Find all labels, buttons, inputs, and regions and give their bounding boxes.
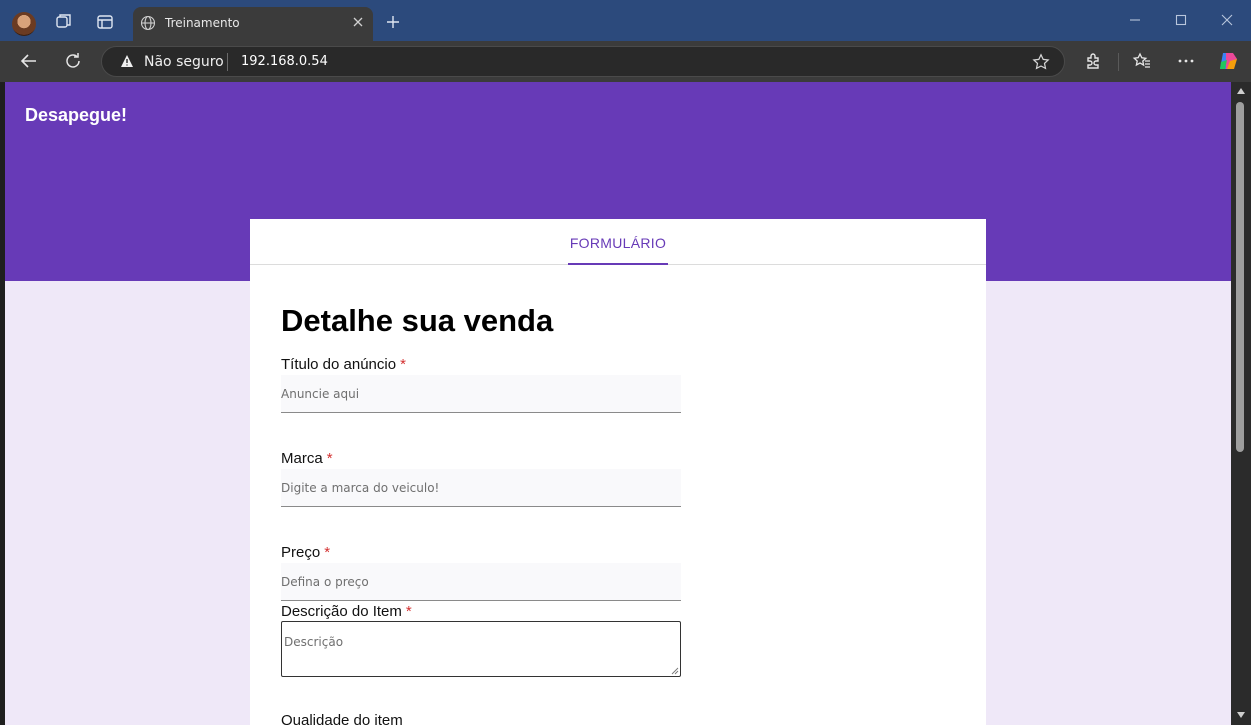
- close-tab-icon[interactable]: [351, 15, 365, 29]
- tab-actions-icon[interactable]: [95, 12, 115, 32]
- required-mark: *: [326, 450, 333, 467]
- quality-label: Qualidade do item: [281, 712, 403, 725]
- description-label-text: Descrição do Item: [281, 603, 402, 620]
- maximize-icon[interactable]: [1173, 12, 1189, 28]
- new-tab-icon[interactable]: [385, 14, 401, 30]
- warning-icon[interactable]: [120, 54, 134, 68]
- extensions-icon[interactable]: [1083, 51, 1103, 71]
- refresh-icon[interactable]: [63, 51, 83, 71]
- brand-label: Marca *: [281, 450, 333, 467]
- browser-toolbar: Não seguro 192.168.0.54: [0, 41, 1251, 82]
- description-textarea[interactable]: Descrição: [281, 621, 681, 677]
- required-mark: *: [400, 356, 406, 373]
- resize-handle-icon[interactable]: [671, 667, 679, 675]
- price-label: Preço *: [281, 544, 330, 561]
- title-input[interactable]: Anuncie aqui: [281, 375, 681, 413]
- brand-logo[interactable]: Desapegue!: [25, 105, 127, 126]
- active-tab-indicator: [568, 263, 668, 265]
- scroll-up-icon[interactable]: [1236, 87, 1246, 95]
- brand-label-text: Marca: [281, 450, 323, 467]
- price-input[interactable]: Defina o preço: [281, 563, 681, 601]
- security-status[interactable]: Não seguro: [144, 54, 224, 70]
- brand-input[interactable]: Digite a marca do veiculo!: [281, 469, 681, 507]
- price-label-text: Preço: [281, 544, 321, 561]
- minimize-icon[interactable]: [1127, 12, 1143, 28]
- url-text[interactable]: 192.168.0.54: [241, 54, 328, 69]
- toolbar-divider: [1118, 53, 1119, 71]
- tabs-bar: FORMULÁRIO: [250, 219, 986, 265]
- web-page: Desapegue! FORMULÁRIO Detalhe sua venda …: [5, 82, 1231, 725]
- browser-tab[interactable]: Treinamento: [133, 7, 373, 41]
- back-icon[interactable]: [19, 51, 39, 71]
- copilot-icon[interactable]: [1217, 50, 1239, 72]
- scrollbar-thumb[interactable]: [1236, 102, 1244, 452]
- close-window-icon[interactable]: [1219, 12, 1235, 28]
- price-placeholder: Defina o preço: [281, 575, 369, 589]
- favorites-icon[interactable]: [1132, 51, 1152, 71]
- title-bar: Treinamento: [0, 0, 1251, 41]
- brand-placeholder: Digite a marca do veiculo!: [281, 481, 440, 495]
- tab-title: Treinamento: [165, 16, 240, 30]
- title-placeholder: Anuncie aqui: [281, 387, 360, 401]
- required-mark: *: [324, 544, 331, 561]
- page-scrollbar[interactable]: [1231, 82, 1251, 725]
- description-placeholder: Descrição: [284, 635, 344, 649]
- tab-formulario[interactable]: FORMULÁRIO: [568, 235, 668, 251]
- page-title: Detalhe sua venda: [281, 303, 554, 338]
- title-label-text: Título do anúncio: [281, 356, 397, 373]
- workspaces-icon[interactable]: [53, 12, 73, 32]
- globe-icon: [140, 15, 156, 31]
- address-bar[interactable]: Não seguro 192.168.0.54: [101, 46, 1065, 77]
- more-options-icon[interactable]: [1176, 51, 1196, 71]
- favorite-star-icon[interactable]: [1032, 53, 1050, 71]
- required-mark: *: [405, 603, 412, 620]
- scroll-down-icon[interactable]: [1236, 711, 1246, 719]
- divider: [227, 53, 228, 71]
- form-card: FORMULÁRIO Detalhe sua venda Título do a…: [250, 219, 986, 725]
- title-label: Título do anúncio *: [281, 356, 406, 373]
- description-label: Descrição do Item *: [281, 603, 412, 620]
- profile-avatar[interactable]: [12, 12, 36, 36]
